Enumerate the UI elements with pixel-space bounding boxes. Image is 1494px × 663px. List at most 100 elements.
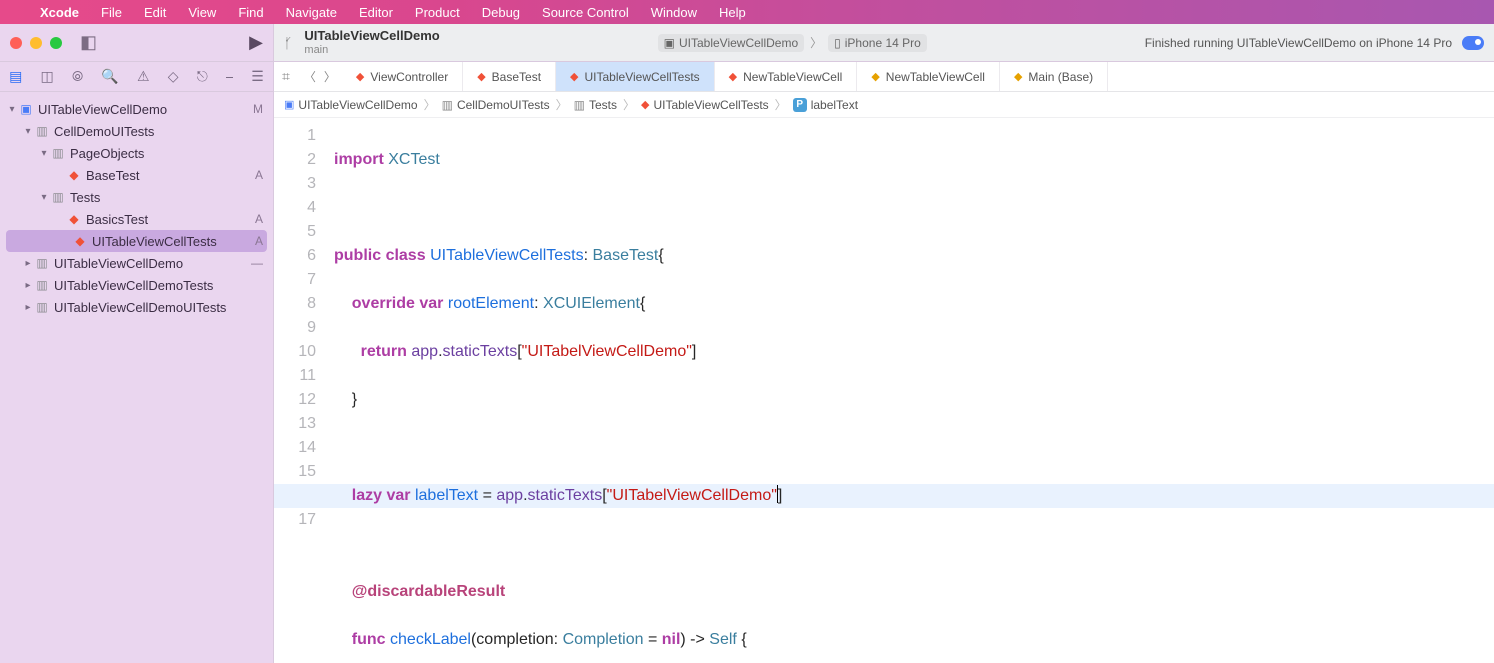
- mac-menubar: Xcode File Edit View Find Navigate Edito…: [0, 0, 1494, 24]
- jump-part-1[interactable]: CellDemoUITests: [457, 98, 550, 112]
- minimize-button[interactable]: [30, 37, 42, 49]
- jump-bar[interactable]: ▣ UITableViewCellDemo〉 ▥ CellDemoUITests…: [274, 92, 1494, 118]
- editor-tab-uitableviewcelltests[interactable]: ◆UITableViewCellTests: [556, 62, 715, 91]
- nav-item-label: UITableViewCellDemo: [54, 256, 249, 271]
- disclosure-icon[interactable]: ▾: [22, 126, 34, 137]
- folder-icon: ▥: [50, 146, 66, 160]
- jump-part-0[interactable]: UITableViewCellDemo: [298, 98, 417, 112]
- scheme-label: UITableViewCellDemo: [679, 36, 798, 50]
- tab-label: Main (Base): [1028, 70, 1093, 84]
- jump-part-2[interactable]: Tests: [589, 98, 617, 112]
- zoom-button[interactable]: [50, 37, 62, 49]
- folder-icon: ▥: [34, 256, 50, 270]
- project-title[interactable]: UITableViewCellDemo main: [304, 29, 439, 57]
- code-editor[interactable]: 1234567891011121314151617 import XCTest …: [274, 118, 1494, 663]
- nav-item-label: Tests: [70, 190, 249, 205]
- editor-tab-newtableviewcell[interactable]: ◆NewTableViewCell: [715, 62, 858, 91]
- menubar-app[interactable]: Xcode: [40, 5, 79, 20]
- editor-tab-newtableviewcell[interactable]: ◆NewTableViewCell: [857, 62, 1000, 91]
- toolbar: ◧ ▶ ᚶ UITableViewCellDemo main ▣ UITableV…: [0, 24, 1494, 62]
- jump-part-3[interactable]: UITableViewCellTests: [654, 98, 769, 112]
- menu-navigate[interactable]: Navigate: [286, 5, 337, 20]
- nav-item-basicstest[interactable]: ◆BasicsTestA: [0, 208, 273, 230]
- report-navigator-icon[interactable]: ☰: [251, 68, 264, 85]
- close-button[interactable]: [10, 37, 22, 49]
- editor-area: ⌗ 〈 〉 ◆ViewController◆BaseTest◆UITableVi…: [274, 62, 1494, 663]
- property-icon: P: [793, 98, 807, 112]
- branch-icon[interactable]: ᚶ: [284, 35, 292, 51]
- swift-icon: ◆: [72, 234, 88, 248]
- nav-item-uitableviewcelltests[interactable]: ◆UITableViewCellTestsA: [6, 230, 267, 252]
- nav-item-tests[interactable]: ▾▥ Tests: [0, 186, 273, 208]
- project-navigator-icon[interactable]: ▤: [9, 68, 22, 85]
- tab-label: BaseTest: [492, 70, 541, 84]
- nav-item-uitableviewcelldemo[interactable]: ▾▣UITableViewCellDemoM: [0, 98, 273, 120]
- nav-item-basetest[interactable]: ◆BaseTestA: [0, 164, 273, 186]
- editor-tab-basetest[interactable]: ◆BaseTest: [463, 62, 556, 91]
- jump-part-4[interactable]: labelText: [811, 98, 858, 112]
- folder-icon: ▥: [34, 300, 50, 314]
- project-icon: ▣: [284, 98, 294, 111]
- scm-badge: A: [249, 234, 263, 248]
- menu-help[interactable]: Help: [719, 5, 746, 20]
- symbol-navigator-icon[interactable]: ⦾: [72, 68, 83, 85]
- nav-item-label: BasicsTest: [86, 212, 249, 227]
- device-icon: ▯: [834, 36, 841, 50]
- scheme-icon: ▣: [664, 36, 675, 50]
- issue-navigator-icon[interactable]: ⚠: [137, 68, 150, 85]
- menu-find[interactable]: Find: [238, 5, 263, 20]
- nav-item-uitableviewcelldemotests[interactable]: ▸▥UITableViewCellDemoTests: [0, 274, 273, 296]
- build-status: Finished running UITableViewCellDemo on …: [1145, 36, 1452, 50]
- nav-item-pageobjects[interactable]: ▾▥ PageObjects: [0, 142, 273, 164]
- debug-navigator-icon[interactable]: ⎋: [197, 68, 208, 85]
- history-back-icon[interactable]: 〈: [304, 68, 316, 85]
- find-navigator-icon[interactable]: 🔍: [101, 68, 118, 85]
- nav-item-label: PageObjects: [70, 146, 249, 161]
- xcode-window: ◧ ▶ ᚶ UITableViewCellDemo main ▣ UITableV…: [0, 24, 1494, 663]
- folder-icon: ▥: [50, 190, 66, 204]
- history-forward-icon[interactable]: 〉: [324, 68, 336, 85]
- run-button-icon[interactable]: ▶: [249, 32, 263, 53]
- tab-label: NewTableViewCell: [743, 70, 842, 84]
- editor-tab-viewcontroller[interactable]: ◆ViewController: [342, 62, 463, 91]
- related-items-icon[interactable]: ⌗: [274, 68, 298, 85]
- nav-item-uitableviewcelldemouitests[interactable]: ▸▥UITableViewCellDemoUITests: [0, 296, 273, 318]
- toolbar-left: ◧ ▶: [0, 24, 274, 61]
- disclosure-icon[interactable]: ▸: [22, 302, 34, 313]
- folder-icon: ▥: [574, 98, 585, 112]
- xcode-cloud-icon[interactable]: [1462, 36, 1484, 50]
- nav-item-label: CellDemoUITests: [54, 124, 249, 139]
- menu-sourcecontrol[interactable]: Source Control: [542, 5, 629, 20]
- menu-product[interactable]: Product: [415, 5, 460, 20]
- menu-debug[interactable]: Debug: [482, 5, 520, 20]
- run-destination[interactable]: ▣UITableViewCellDemo 〉 ▯iPhone 14 Pro: [452, 34, 1133, 52]
- traffic-lights: [10, 37, 62, 49]
- nav-item-celldemouitests[interactable]: ▾▥ CellDemoUITests: [0, 120, 273, 142]
- menu-editor[interactable]: Editor: [359, 5, 393, 20]
- branch-name: main: [304, 44, 439, 57]
- disclosure-icon[interactable]: ▸: [22, 258, 34, 269]
- text-cursor: [777, 485, 778, 503]
- nav-item-uitableviewcelldemo[interactable]: ▸▥ UITableViewCellDemo—: [0, 252, 273, 274]
- test-navigator-icon[interactable]: ◇: [168, 68, 179, 85]
- nav-item-label: UITableViewCellDemoTests: [54, 278, 249, 293]
- editor-tab-main-base-[interactable]: ◆Main (Base): [1000, 62, 1108, 91]
- code-content[interactable]: import XCTest public class UITableViewCe…: [326, 118, 1494, 663]
- menu-window[interactable]: Window: [651, 5, 697, 20]
- toolbar-right: ᚶ UITableViewCellDemo main ▣ UITableViewC…: [274, 24, 1494, 61]
- toggle-sidebar-icon[interactable]: ◧: [80, 32, 97, 53]
- breakpoint-navigator-icon[interactable]: ⎯: [226, 68, 233, 85]
- editor-tab-bar: ⌗ 〈 〉 ◆ViewController◆BaseTest◆UITableVi…: [274, 62, 1494, 92]
- menu-file[interactable]: File: [101, 5, 122, 20]
- swift-file-icon: ◆: [356, 70, 364, 83]
- disclosure-icon[interactable]: ▸: [22, 280, 34, 291]
- scm-badge: —: [249, 256, 263, 270]
- disclosure-icon[interactable]: ▾: [38, 148, 50, 159]
- folder-icon: ▥: [34, 124, 50, 138]
- source-control-navigator-icon[interactable]: ◫: [41, 68, 54, 85]
- menu-edit[interactable]: Edit: [144, 5, 166, 20]
- menu-view[interactable]: View: [188, 5, 216, 20]
- disclosure-icon[interactable]: ▾: [38, 192, 50, 203]
- project-name: UITableViewCellDemo: [304, 29, 439, 44]
- disclosure-icon[interactable]: ▾: [6, 104, 18, 115]
